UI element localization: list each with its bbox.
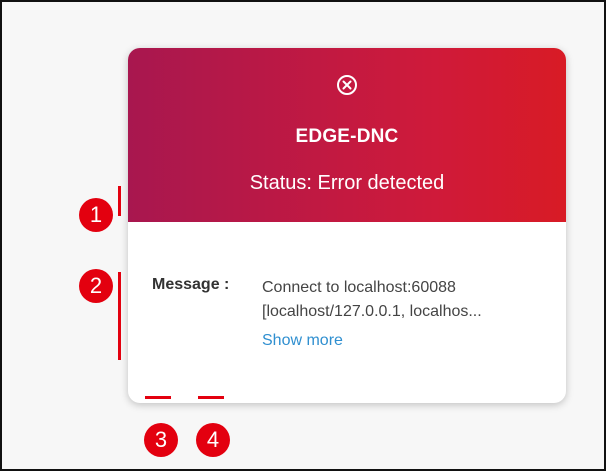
message-line: Connect to localhost:60088 (262, 279, 456, 296)
status-text: Status: Error detected (249, 172, 445, 194)
device-title: EDGE-DNC (295, 126, 399, 147)
annotation-bracket-1 (118, 186, 121, 216)
error-circle-x-icon (337, 75, 357, 95)
card-body: Message : Connect to localhost:60088 [lo… (128, 222, 566, 403)
annotation-bracket-2 (118, 272, 121, 360)
annotation-badge-4: 4 (196, 423, 230, 457)
annotation-badge-2: 2 (79, 269, 113, 303)
message-line: [localhost/127.0.0.1, localhos... (262, 303, 482, 320)
show-more-link[interactable]: Show more (262, 332, 343, 350)
annotation-underline-3 (145, 396, 171, 399)
device-status-card: EDGE-DNC Status: Error detected Message … (128, 48, 566, 403)
message-label: Message : (152, 276, 230, 293)
annotation-badge-3: 3 (144, 423, 178, 457)
card-header: EDGE-DNC Status: Error detected (128, 48, 566, 222)
screenshot-frame: EDGE-DNC Status: Error detected Message … (0, 0, 606, 471)
annotation-underline-4 (198, 396, 224, 399)
message-text: Connect to localhost:60088 [localhost/12… (262, 276, 552, 324)
annotation-badge-1: 1 (79, 198, 113, 232)
